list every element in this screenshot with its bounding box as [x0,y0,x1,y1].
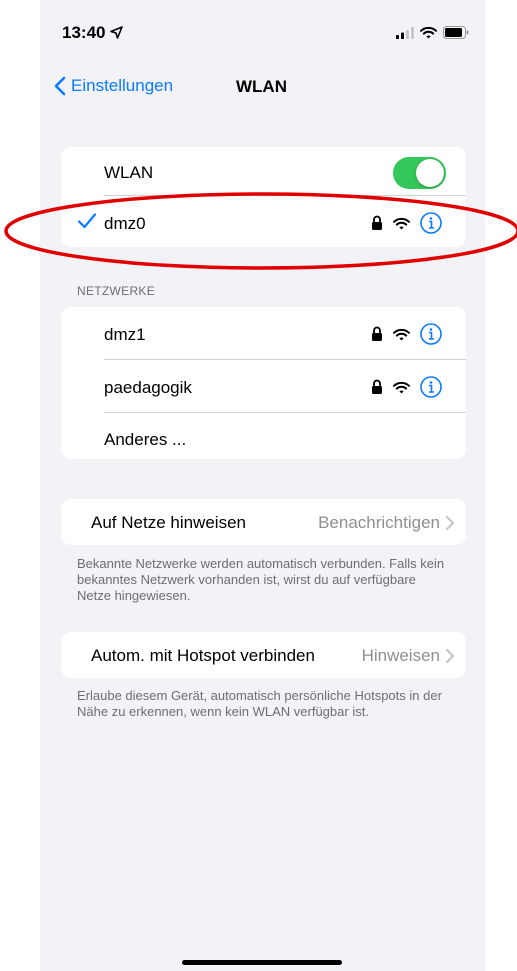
ask-to-join-footnote: Bekannte Netzwerke werden automatisch ve… [77,556,445,603]
auto-hotspot-value: Hinweisen [361,646,440,665]
cellular-signal-icon [396,26,414,39]
info-icon[interactable] [420,376,442,398]
connected-network-name: dmz0 [104,214,146,233]
info-icon[interactable] [420,323,442,345]
auto-hotspot-footnote: Erlaube diesem Gerät, automatisch persön… [77,688,442,719]
wifi-signal-icon [393,328,410,340]
status-bar: 13:40 [40,0,485,70]
ask-to-join-label: Auf Netze hinweisen [91,513,246,532]
chevron-left-icon [54,76,66,96]
status-icons [396,26,469,39]
home-indicator [182,960,342,965]
other-network-label: Anderes ... [104,430,187,449]
location-arrow-icon [110,26,124,39]
networks-group: dmz1 paedagogik Anderes ... [61,307,466,459]
other-network-row[interactable]: Anderes ... [61,416,466,462]
ask-to-join-row[interactable]: Auf Netze hinweisen Benachrichtigen [61,499,466,545]
network-name: paedagogik [104,378,192,397]
lock-icon [372,215,382,230]
auto-hotspot-label: Autom. mit Hotspot verbinden [91,646,315,665]
connected-network-row[interactable]: dmz0 [61,200,466,246]
row-divider [104,195,466,196]
wlan-group: WLAN dmz0 [61,147,466,247]
network-icons [371,212,442,234]
network-icons [371,376,442,398]
wlan-toggle-switch[interactable] [393,157,446,189]
wifi-signal-icon [393,381,410,393]
ask-to-join-value: Benachrichtigen [318,513,440,532]
chevron-right-icon [446,649,454,663]
battery-icon [443,26,469,39]
wifi-signal-icon [393,217,410,229]
wlan-toggle-row: WLAN [61,149,466,195]
checkmark-icon [77,213,97,229]
network-name: dmz1 [104,325,146,344]
page-title: WLAN [236,77,287,96]
network-row-dmz1[interactable]: dmz1 [61,311,466,357]
wlan-toggle-label: WLAN [104,163,154,182]
chevron-right-icon [446,516,454,530]
auto-hotspot-row[interactable]: Autom. mit Hotspot verbinden Hinweisen [61,632,466,678]
status-time: 13:40 [62,23,124,43]
network-icons [371,323,442,345]
wifi-status-icon [420,26,437,39]
lock-icon [372,379,382,394]
back-button-label: Einstellungen [71,76,174,95]
navigation-bar: Einstellungen WLAN [40,70,485,106]
phone-screen: 13:40 Einstellungen WLAN WLAN dmz0 NETZW… [40,0,485,971]
toggle-knob [416,159,444,187]
row-divider [104,359,466,360]
network-row-paedagogik[interactable]: paedagogik [61,364,466,410]
networks-section-header: NETZWERKE [77,284,156,298]
lock-icon [372,326,382,341]
back-button[interactable]: Einstellungen [54,76,173,96]
info-icon[interactable] [420,212,442,234]
row-divider [104,412,466,413]
